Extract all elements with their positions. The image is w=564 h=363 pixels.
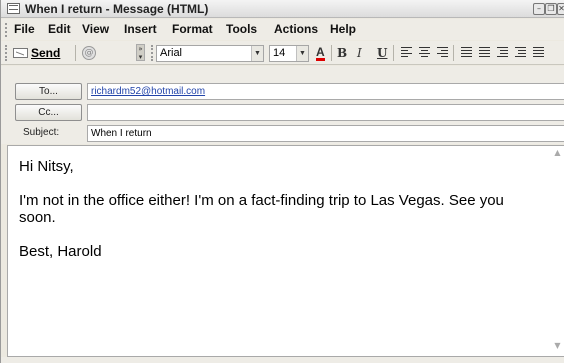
formatting-toolbar: Send @ » ▾ Arial ▼ 14 ▼ A B I U [1, 41, 564, 65]
toolbar-grip-icon[interactable] [5, 45, 8, 61]
menu-help[interactable]: Help [330, 22, 356, 36]
window-title: When I return - Message (HTML) [25, 2, 209, 16]
chevron-down-icon[interactable]: ▼ [251, 46, 263, 61]
font-size-value: 14 [273, 47, 286, 59]
scroll-down-icon[interactable]: ▼ [552, 341, 563, 352]
message-body-text[interactable]: Hi Nitsy, I'm not in the office either! … [19, 158, 539, 277]
menu-file[interactable]: File [14, 22, 35, 36]
send-envelope-icon [13, 48, 28, 58]
chevron-down-icon[interactable]: ▼ [296, 46, 308, 61]
bullets-icon[interactable] [461, 47, 472, 58]
menu-grip-icon[interactable] [5, 23, 8, 37]
align-center-icon[interactable] [419, 47, 430, 58]
align-left-icon[interactable] [401, 47, 412, 58]
decrease-indent-icon[interactable] [497, 47, 508, 58]
font-name-select[interactable]: Arial ▼ [156, 45, 264, 62]
message-icon [7, 3, 20, 14]
menu-edit[interactable]: Edit [48, 22, 71, 36]
send-button[interactable]: Send [13, 44, 60, 62]
bold-icon[interactable]: B [337, 46, 347, 60]
send-label: Send [31, 46, 61, 60]
menu-view[interactable]: View [82, 22, 109, 36]
greeting-line: Hi Nitsy, [19, 158, 74, 175]
toolbar-separator [331, 45, 332, 61]
toolbar-separator [393, 45, 394, 61]
subject-field[interactable]: When I return [87, 125, 564, 142]
menu-bar: File Edit View Insert Format Tools Actio… [1, 19, 564, 40]
subject-label: Subject: [23, 127, 60, 138]
font-size-select[interactable]: 14 ▼ [269, 45, 309, 62]
to-field[interactable]: richardm52@hotmail.com [87, 83, 564, 100]
restore-icon[interactable]: ❐ [545, 3, 557, 15]
menu-insert[interactable]: Insert [124, 22, 157, 36]
help-icon[interactable]: @ [82, 46, 96, 60]
minimize-icon[interactable]: – [533, 3, 545, 15]
title-bar: When I return - Message (HTML) – ❐ ✕ [1, 0, 564, 18]
message-window: When I return - Message (HTML) – ❐ ✕ Fil… [0, 0, 564, 363]
toolbar-separator [453, 45, 454, 61]
menu-format[interactable]: Format [172, 22, 213, 36]
to-button[interactable]: To... [15, 83, 82, 100]
body-paragraph: I'm not in the office either! I'm on a f… [19, 192, 504, 226]
cc-button[interactable]: Cc... [15, 104, 82, 121]
font-name-value: Arial [160, 47, 183, 59]
increase-indent-icon[interactable] [515, 47, 526, 58]
toolbar2-grip-icon[interactable] [151, 45, 154, 61]
line-icon[interactable] [533, 47, 544, 58]
toolbar-separator [75, 45, 76, 61]
numbering-icon[interactable] [479, 47, 490, 58]
menu-tools[interactable]: Tools [226, 22, 257, 36]
bottom-strip [1, 357, 564, 363]
menu-actions[interactable]: Actions [274, 22, 318, 36]
cc-field[interactable] [87, 104, 564, 121]
font-color-icon[interactable]: A [316, 46, 325, 61]
scroll-up-icon[interactable]: ▲ [552, 148, 563, 159]
message-body[interactable]: Hi Nitsy, I'm not in the office either! … [7, 145, 564, 357]
signoff-line: Best, Harold [19, 243, 102, 260]
toolbar-options-chevron-icon[interactable]: » ▾ [136, 44, 145, 61]
align-right-icon[interactable] [437, 47, 448, 58]
message-header: To... richardm52@hotmail.com Cc... Subje… [1, 66, 564, 144]
italic-icon[interactable]: I [357, 46, 362, 60]
close-icon[interactable]: ✕ [557, 3, 564, 15]
underline-icon[interactable]: U [377, 46, 387, 60]
